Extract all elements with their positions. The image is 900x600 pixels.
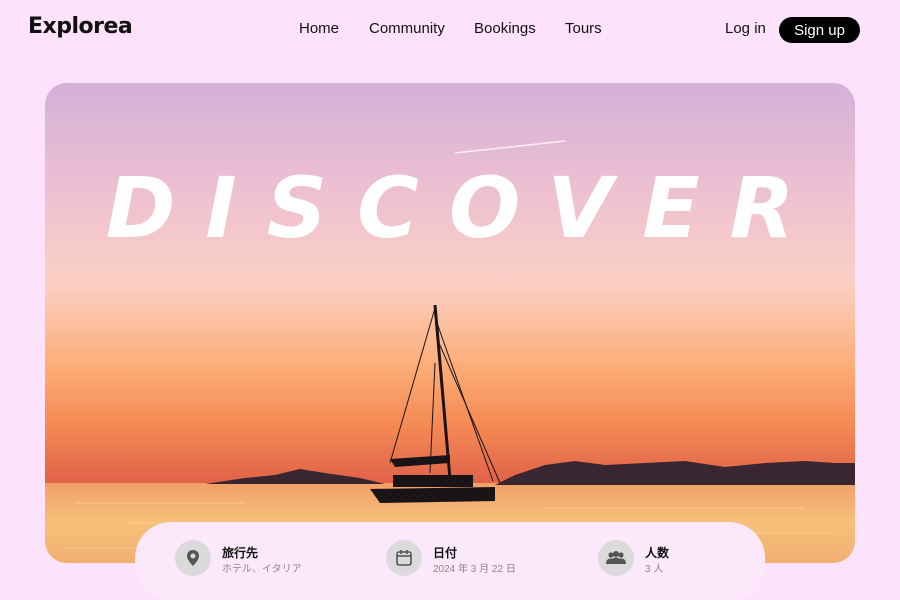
guests-value: 3 人 bbox=[645, 564, 664, 575]
guests-label: 人数 bbox=[645, 546, 670, 560]
destination-field[interactable]: 旅行先 ホテル、イタリア bbox=[175, 540, 325, 576]
location-pin-icon bbox=[175, 540, 211, 576]
people-icon bbox=[598, 540, 634, 576]
hero-title: DISCOVER bbox=[105, 159, 825, 257]
header: Explorea Home Community Bookings Tours L… bbox=[0, 0, 900, 58]
destination-value: ホテル、イタリア bbox=[222, 564, 302, 575]
sunset-sailboat-image bbox=[45, 83, 855, 563]
nav-bookings[interactable]: Bookings bbox=[474, 20, 536, 37]
date-label: 日付 bbox=[433, 546, 458, 560]
nav-tours[interactable]: Tours bbox=[565, 20, 602, 37]
signup-button[interactable]: Sign up bbox=[779, 17, 860, 43]
date-value: 2024 年 3 月 22 日 bbox=[433, 564, 516, 575]
nav-home[interactable]: Home bbox=[299, 20, 339, 37]
destination-label: 旅行先 bbox=[222, 546, 259, 560]
date-field[interactable]: 日付 2024 年 3 月 22 日 bbox=[386, 540, 536, 576]
calendar-icon bbox=[386, 540, 422, 576]
search-bar: 旅行先 ホテル、イタリア 日付 2024 年 3 月 22 日 人数 3 人 bbox=[135, 522, 765, 600]
hero-image bbox=[45, 83, 855, 563]
nav-community[interactable]: Community bbox=[369, 20, 445, 37]
guests-field[interactable]: 人数 3 人 bbox=[598, 540, 728, 576]
login-link[interactable]: Log in bbox=[725, 20, 766, 37]
